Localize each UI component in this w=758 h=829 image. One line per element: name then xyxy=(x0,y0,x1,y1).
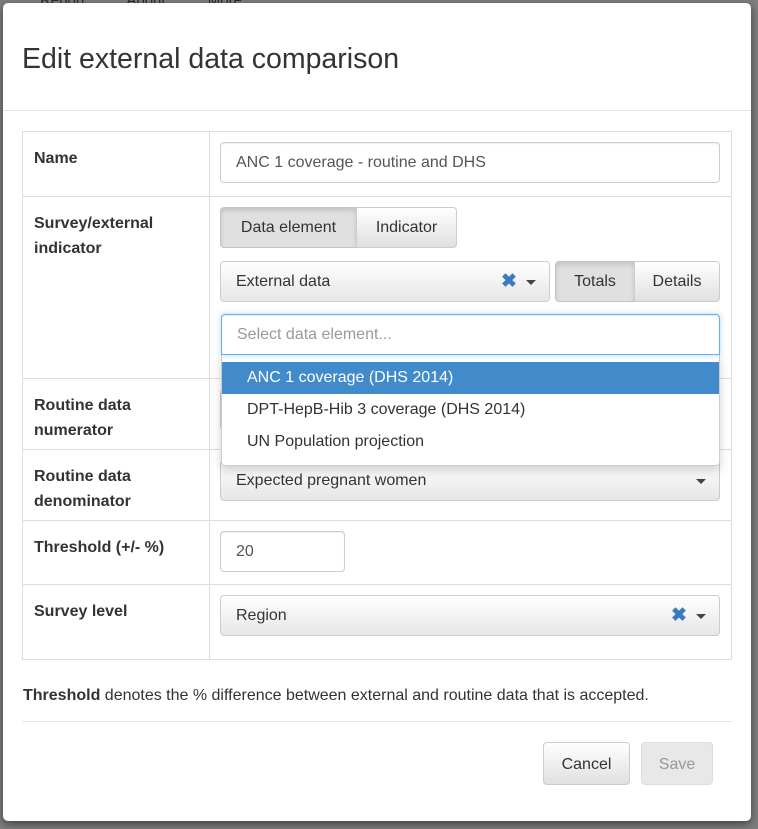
survey-level-label: Survey level xyxy=(22,584,210,660)
dropdown-option[interactable]: ANC 1 coverage (DHS 2014) xyxy=(222,362,719,394)
footer-divider xyxy=(22,721,732,722)
dialog-header: Edit external data comparison xyxy=(3,3,751,111)
survey-indicator-label: Survey/external indicator xyxy=(22,196,210,379)
denominator-value: Expected pregnant women xyxy=(236,472,427,489)
denominator-select[interactable]: Expected pregnant women xyxy=(220,460,720,501)
toggle-details-button[interactable]: Details xyxy=(634,261,720,302)
hint-bold: Threshold xyxy=(23,687,101,704)
hint-text: denotes the % difference between externa… xyxy=(100,687,649,704)
survey-level-value: Region xyxy=(236,607,287,624)
cancel-button[interactable]: Cancel xyxy=(543,742,630,785)
data-element-dropdown: ANC 1 coverage (DHS 2014) DPT-HepB-Hib 3… xyxy=(221,354,720,466)
threshold-input[interactable] xyxy=(220,531,345,572)
clear-icon[interactable]: ✖ xyxy=(501,262,517,301)
edit-comparison-dialog: Edit external data comparison Name Surve… xyxy=(3,3,751,821)
chevron-down-icon xyxy=(696,479,706,484)
dialog-title: Edit external data comparison xyxy=(22,43,400,75)
toggle-totals-button[interactable]: Totals xyxy=(555,261,635,302)
numerator-label: Routine data numerator xyxy=(22,378,210,450)
save-button[interactable]: Save xyxy=(641,742,713,785)
clear-icon[interactable]: ✖ xyxy=(671,596,687,635)
dropdown-option[interactable]: DPT-HepB-Hib 3 coverage (DHS 2014) xyxy=(222,394,719,426)
data-element-group-select[interactable]: External data ✖ xyxy=(220,261,550,302)
threshold-hint: Threshold denotes the % difference betwe… xyxy=(23,687,649,705)
toggle-indicator-button[interactable]: Indicator xyxy=(356,207,457,248)
denominator-label: Routine data denominator xyxy=(22,449,210,521)
survey-level-select[interactable]: Region ✖ xyxy=(220,595,720,636)
data-element-search-input[interactable] xyxy=(221,314,720,355)
name-label: Name xyxy=(22,131,210,197)
group-select-value: External data xyxy=(236,273,331,290)
name-input[interactable] xyxy=(220,142,720,183)
threshold-label: Threshold (+/- %) xyxy=(22,520,210,585)
chevron-down-icon xyxy=(696,614,706,619)
chevron-down-icon xyxy=(526,280,536,285)
toggle-data-element-button[interactable]: Data element xyxy=(220,207,357,248)
dropdown-option[interactable]: UN Population projection xyxy=(222,426,719,458)
